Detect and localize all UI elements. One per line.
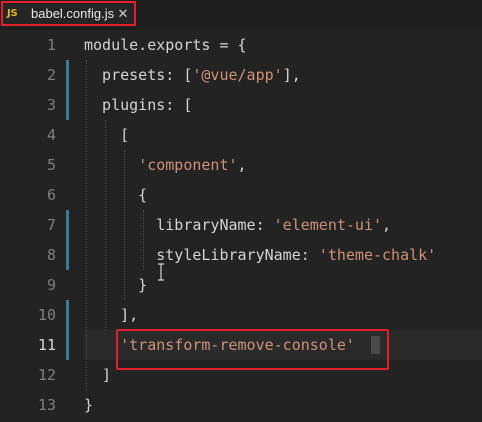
- line-number: 8: [46, 246, 56, 264]
- annotation-highlight-box: [116, 329, 389, 370]
- code-token: }: [84, 276, 148, 294]
- line-number: 9: [46, 276, 56, 294]
- code-token: libraryName:: [84, 216, 274, 234]
- tab-babel-config[interactable]: JS babel.config.js ✕: [1, 1, 136, 26]
- code-line[interactable]: ]: [84, 360, 111, 390]
- code-token: ],: [84, 306, 139, 324]
- code-token: ],: [282, 66, 301, 84]
- code-token: styleLibraryName:: [84, 246, 319, 264]
- code-token: module.exports = {: [84, 36, 247, 54]
- line-number: 2: [46, 66, 56, 84]
- code-line[interactable]: libraryName: 'element-ui',: [84, 210, 391, 240]
- code-token: [: [84, 126, 130, 144]
- line-number: 3: [46, 96, 56, 114]
- line-number: 4: [46, 126, 56, 144]
- code-line[interactable]: presets: ['@vue/app'],: [84, 60, 301, 90]
- git-change-marker[interactable]: [66, 210, 69, 270]
- editor-window: JS babel.config.js ✕ 1 2 3 4 5 6 7 8 9 10 11 12 13 m…: [0, 0, 482, 422]
- code-line[interactable]: styleLibraryName: 'theme-chalk': [84, 240, 436, 270]
- line-number-gutter: 1 2 3 4 5 6 7 8 9 10 11 12 13: [0, 30, 64, 422]
- line-number: 11: [37, 336, 56, 354]
- git-change-marker[interactable]: [66, 60, 69, 120]
- code-line[interactable]: {: [84, 180, 147, 210]
- code-token: presets: [: [84, 66, 193, 84]
- code-line[interactable]: 'component',: [84, 150, 247, 180]
- code-token: }: [84, 396, 94, 414]
- code-token: plugins: [: [84, 96, 193, 114]
- code-line[interactable]: [: [84, 120, 129, 150]
- line-number: 5: [46, 156, 56, 174]
- code-line[interactable]: }: [84, 270, 147, 300]
- tab-label: babel.config.js: [31, 6, 115, 21]
- ibeam-cursor-icon: [158, 263, 164, 281]
- line-number: 12: [37, 366, 56, 384]
- git-change-marker[interactable]: [66, 300, 69, 360]
- code-line[interactable]: module.exports = {: [84, 30, 247, 60]
- string-literal: 'component': [138, 156, 238, 174]
- javascript-file-icon: JS: [7, 8, 18, 19]
- string-literal: 'element-ui': [273, 216, 383, 234]
- line-number: 10: [37, 306, 56, 324]
- code-token: ,: [382, 216, 392, 234]
- string-literal: 'theme-chalk': [318, 246, 437, 264]
- string-literal: '@vue/app': [192, 66, 283, 84]
- line-number: 1: [46, 36, 56, 54]
- line-number: 13: [37, 396, 56, 414]
- line-number: 7: [46, 216, 56, 234]
- code-token: {: [84, 186, 148, 204]
- close-icon[interactable]: ✕: [116, 6, 130, 22]
- code-token: ]: [84, 366, 112, 384]
- line-number: 6: [46, 186, 56, 204]
- code-line[interactable]: }: [84, 390, 93, 420]
- code-token: ,: [237, 156, 247, 174]
- code-line[interactable]: plugins: [: [84, 90, 192, 120]
- code-line[interactable]: ],: [84, 300, 138, 330]
- tab-bar: JS babel.config.js ✕: [0, 0, 482, 30]
